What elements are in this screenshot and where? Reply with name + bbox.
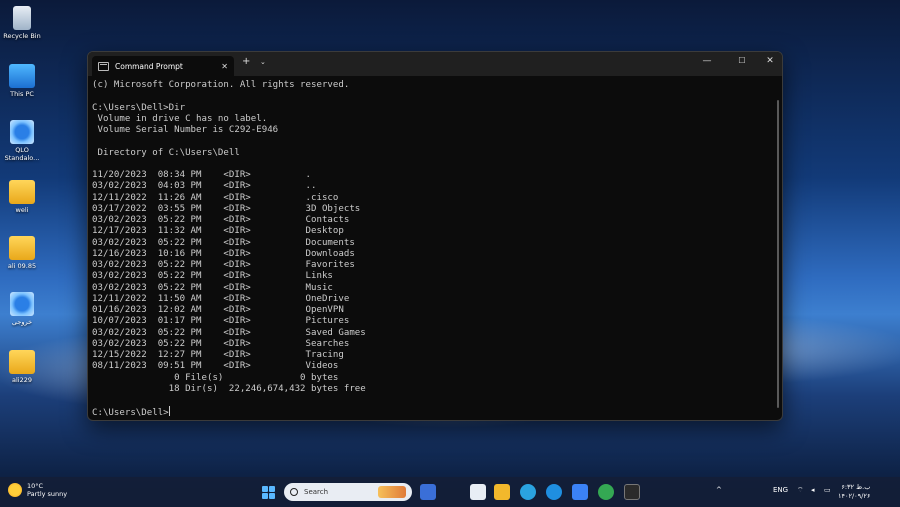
taskbar-clock[interactable]: ب.ظ ۶:۳۲ ۱۴۰۲/۰۹/۲۶ xyxy=(838,483,870,501)
tab-label: Command Prompt xyxy=(115,61,183,71)
folder-icon xyxy=(9,350,35,374)
console-line: 03/02/2023 05:22 PM <DIR> Documents xyxy=(92,237,355,248)
battery-icon[interactable]: ▭ xyxy=(824,486,831,494)
taskbar-app-snipping[interactable] xyxy=(470,484,486,500)
console-line: 12/15/2022 12:27 PM <DIR> Tracing xyxy=(92,350,344,360)
console-line: 03/02/2023 05:22 PM <DIR> Contacts xyxy=(92,215,350,225)
desktop-icon-label: Recycle Bin xyxy=(3,32,41,40)
console-line: 18 Dir(s) 22,246,674,432 bytes free xyxy=(92,383,366,394)
desktop-icon-recycle-bin[interactable]: Recycle Bin xyxy=(0,6,44,40)
folder-icon xyxy=(9,180,35,204)
qlo-app-icon xyxy=(10,292,34,316)
console-line: 12/17/2023 11:32 AM <DIR> Desktop xyxy=(92,226,344,237)
prompt-text: C:\Users\Dell> xyxy=(92,408,169,419)
console-line: 0 File(s) 0 bytes xyxy=(92,372,339,383)
volume-icon[interactable]: ◂ xyxy=(811,486,815,494)
console-line: 01/16/2023 12:02 AM <DIR> OpenVPN xyxy=(92,305,344,315)
console-line: 03/02/2023 05:22 PM <DIR> Favorites xyxy=(92,260,355,270)
sun-cloud-icon xyxy=(8,483,22,497)
close-button[interactable]: ✕ xyxy=(763,56,777,66)
tray-overflow-icon[interactable]: ^ xyxy=(716,486,722,494)
desktop-icon-folder-2[interactable]: ali 09.85 xyxy=(0,236,44,270)
weather-temp: 10°C xyxy=(27,482,44,490)
console-line: 12/11/2022 11:50 AM <DIR> OneDrive xyxy=(92,293,350,304)
desktop-icon-label: ali 09.85 xyxy=(7,262,37,270)
console-line: 11/20/2023 08:34 PM <DIR> . xyxy=(92,170,311,180)
taskbar-app-file-explorer[interactable] xyxy=(494,484,510,500)
console-line: Volume Serial Number is C292-E946 xyxy=(92,125,279,135)
desktop-icon-folder-1[interactable]: weli xyxy=(0,180,44,214)
wifi-icon[interactable]: ⌔ xyxy=(797,486,804,495)
console-line: 03/17/2022 03:55 PM <DIR> 3D Objects xyxy=(92,203,361,214)
taskbar-app-edge[interactable] xyxy=(546,484,562,500)
new-tab-button[interactable]: + xyxy=(242,56,250,67)
console-line: (c) Microsoft Corporation. All rights re… xyxy=(92,80,350,90)
taskbar-app-terminal[interactable] xyxy=(624,484,640,500)
console-output[interactable]: (c) Microsoft Corporation. All rights re… xyxy=(92,80,772,418)
console-line: 03/02/2023 05:22 PM <DIR> Links xyxy=(92,271,333,282)
tab-command-prompt[interactable]: Command Prompt ✕ xyxy=(92,56,234,76)
console-line: 10/07/2023 01:17 PM <DIR> Pictures xyxy=(92,316,350,327)
search-highlight-image xyxy=(378,486,406,498)
desktop-icon-label: This PC xyxy=(10,90,34,98)
console-line: 03/02/2023 05:22 PM <DIR> Saved Games xyxy=(92,327,366,338)
console-line: Directory of C:\Users\Dell xyxy=(92,147,240,158)
search-label: Search xyxy=(304,488,329,496)
start-button[interactable] xyxy=(262,486,275,499)
taskbar-app-chrome-2[interactable] xyxy=(598,484,614,500)
weather-widget[interactable]: 10°C Partly sunny xyxy=(8,482,67,498)
minimize-button[interactable]: — xyxy=(700,56,714,66)
taskbar-app-meet[interactable] xyxy=(420,484,436,500)
qlo-app-icon xyxy=(10,120,34,144)
chevron-down-icon[interactable]: ⌄ xyxy=(260,58,266,66)
console-line: Volume in drive C has no label. xyxy=(92,113,268,124)
console-line: 03/02/2023 05:22 PM <DIR> Music xyxy=(92,282,333,293)
console-line: C:\Users\Dell>Dir xyxy=(92,102,186,113)
taskbar-app-telegram[interactable] xyxy=(520,484,536,500)
console-line: 12/11/2022 11:26 AM <DIR> .cisco xyxy=(92,192,339,203)
taskbar-app-chrome[interactable] xyxy=(444,484,460,500)
taskbar-app-remote[interactable] xyxy=(572,484,588,500)
tab-close-icon[interactable]: ✕ xyxy=(221,62,228,71)
desktop-icon-qlo-2[interactable]: خروجی xyxy=(0,292,44,326)
clock-date: ۱۴۰۲/۰۹/۲۶ xyxy=(838,492,871,500)
maximize-button[interactable]: ☐ xyxy=(735,56,749,65)
desktop-icon-label: ali229 xyxy=(11,376,32,384)
title-bar[interactable]: Command Prompt ✕ + ⌄ — ☐ ✕ xyxy=(88,52,782,76)
console-line: 03/02/2023 04:03 PM <DIR> .. xyxy=(92,181,317,192)
language-indicator[interactable]: ENG xyxy=(773,486,788,494)
desktop-icon-folder-3[interactable]: ali229 xyxy=(0,350,44,384)
scrollbar[interactable] xyxy=(777,100,779,408)
desktop-icon-label: QLO Standalo... xyxy=(4,146,40,162)
recycle-bin-icon xyxy=(13,6,31,30)
console-prompt[interactable]: C:\Users\Dell> xyxy=(92,406,772,419)
weather-desc: Partly sunny xyxy=(27,490,68,498)
taskbar: 10°C Partly sunny Search ^ ENG ⌔ ◂ ▭ ب.ظ… xyxy=(0,477,900,507)
desktop-icon-label: خروجی xyxy=(11,318,33,326)
windows-logo-icon xyxy=(262,486,268,492)
command-prompt-window: Command Prompt ✕ + ⌄ — ☐ ✕ (c) Microsoft… xyxy=(87,51,783,421)
desktop-icon-this-pc[interactable]: This PC xyxy=(0,64,44,98)
terminal-icon xyxy=(98,61,109,71)
desktop-icon-qlo[interactable]: QLO Standalo... xyxy=(0,120,44,162)
folder-icon xyxy=(9,236,35,260)
console-line: 12/16/2023 10:16 PM <DIR> Downloads xyxy=(92,248,355,259)
taskbar-search[interactable]: Search xyxy=(284,483,412,501)
clock-time: ب.ظ ۶:۳۲ xyxy=(841,483,871,491)
computer-icon xyxy=(9,64,35,88)
console-line: 03/02/2023 05:22 PM <DIR> Searches xyxy=(92,338,350,349)
desktop-icon-label: weli xyxy=(15,206,29,214)
console-line: 08/11/2023 09:51 PM <DIR> Videos xyxy=(92,361,339,372)
text-cursor xyxy=(168,406,170,417)
search-icon xyxy=(290,488,298,496)
